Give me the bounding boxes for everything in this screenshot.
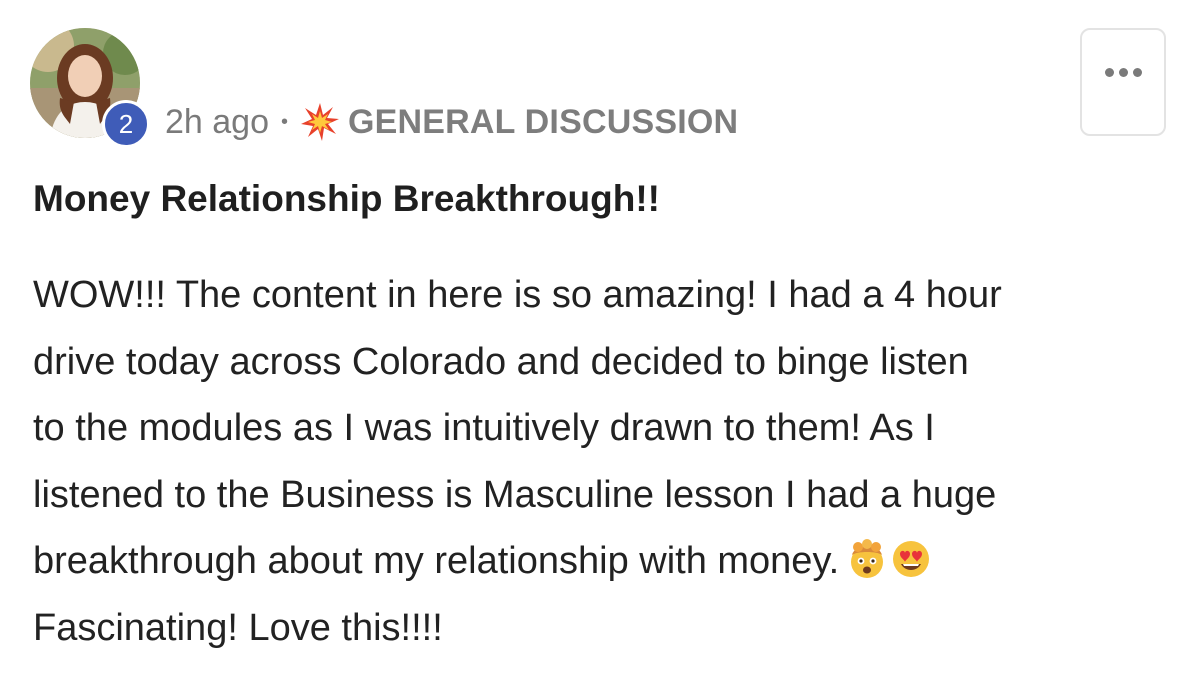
collision-burst-icon [300, 102, 340, 142]
exploding-head-emoji-icon [847, 534, 887, 578]
post-meta: 2h ago • GENERAL DISCUSSION [165, 100, 738, 144]
more-options-button[interactable] [1080, 28, 1166, 136]
post-body-line: WOW!!! The content in here is so amazing… [33, 274, 1002, 316]
post-card: 2 2h ago • GENERAL DISCUSSION Money Rela… [0, 0, 1200, 676]
ellipsis-icon [1104, 68, 1142, 77]
author-name[interactable] [165, 42, 425, 74]
author-avatar-group[interactable]: 2 [30, 28, 150, 148]
post-body-line: breakthrough about my relationship with … [33, 540, 840, 582]
meta-separator: • [281, 110, 289, 133]
post-body-line: to the modules as I was intuitively draw… [33, 407, 935, 449]
post-title[interactable]: Money Relationship Breakthrough!! [33, 178, 660, 220]
time-ago: 2h ago [165, 102, 269, 141]
post-body-line: drive today across Colorado and decided … [33, 340, 969, 383]
post-body-line: Fascinating! Love this!!!! [33, 606, 443, 649]
post-body-line: listened to the Business is Masculine le… [33, 473, 997, 516]
post-body-line-with-emoji: breakthrough about my relationship with … [33, 528, 1183, 595]
heart-eyes-emoji-icon [891, 534, 931, 577]
post-body: WOW!!! The content in here is so amazing… [33, 262, 1183, 661]
level-badge: 2 [102, 100, 150, 148]
category-label[interactable]: GENERAL DISCUSSION [348, 103, 738, 142]
